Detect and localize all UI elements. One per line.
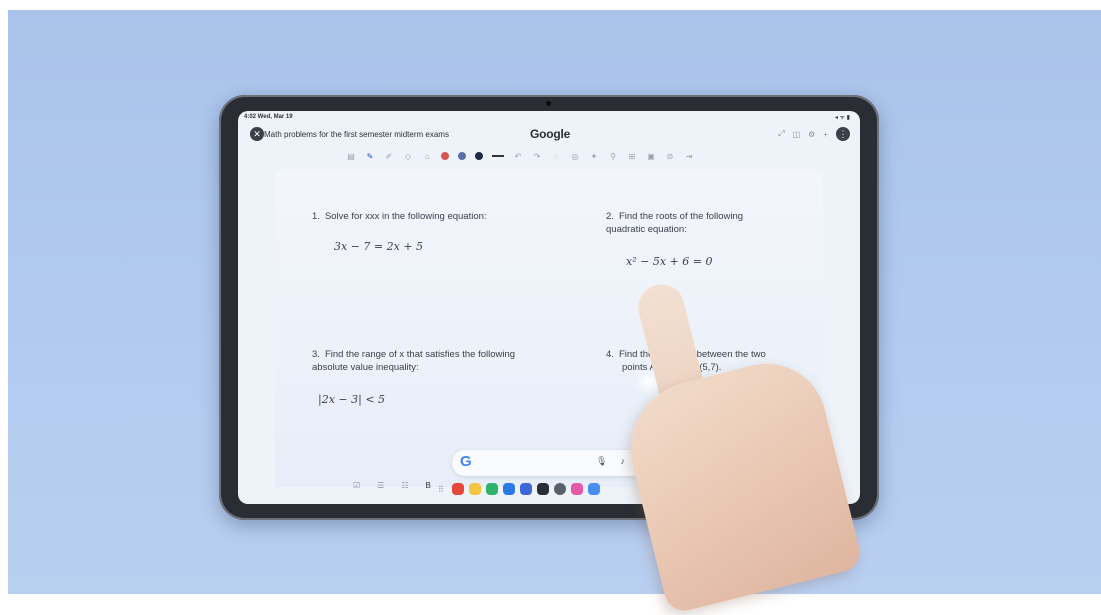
text-mode-icon[interactable]: ▤ — [346, 152, 356, 161]
app-icon-5[interactable] — [519, 483, 532, 495]
insert-icon[interactable]: ⊞ — [627, 152, 637, 161]
app-icon-6[interactable] — [536, 483, 549, 495]
lasso-icon[interactable]: ◌ — [551, 152, 561, 161]
expand-icon[interactable]: ⤢ — [778, 129, 784, 139]
app-icon-8[interactable] — [570, 483, 583, 495]
front-camera — [546, 101, 551, 106]
shape-icon[interactable]: ⌂ — [422, 152, 432, 161]
google-g-icon: G — [460, 453, 472, 470]
share-icon[interactable]: ⇥ — [684, 152, 694, 161]
close-button[interactable]: ✕ — [250, 127, 264, 141]
stroke-width-icon[interactable] — [492, 155, 504, 157]
undo-icon[interactable]: ↶ — [513, 152, 523, 161]
google-logo: Google — [530, 127, 571, 141]
document-title: Math problems for the first semester mid… — [264, 130, 449, 139]
equation-2: x² − 5x + 6 = 0 — [626, 255, 713, 268]
redo-icon[interactable]: ↷ — [532, 152, 542, 161]
settings-icon[interactable]: ⚙ — [808, 130, 815, 139]
taskbar-dock: ⠿ — [438, 481, 600, 497]
image-icon[interactable]: ▣ — [646, 152, 656, 161]
link-icon[interactable]: ⚲ — [608, 152, 618, 161]
select-icon[interactable]: ◎ — [570, 152, 580, 161]
status-time: 4:02 Wed, Mar 19 — [244, 114, 293, 120]
app-icon-4[interactable] — [502, 483, 515, 495]
numbered-list-icon[interactable]: ☷ — [401, 481, 408, 490]
app-icon-1[interactable] — [451, 483, 464, 495]
equation-3: |2x − 3| < 5 — [318, 393, 386, 406]
equation-1: 3x − 7 = 2x + 5 — [334, 240, 424, 253]
status-icons: ◂ ᯤ ▮ — [834, 115, 850, 121]
app-icon-7[interactable] — [553, 483, 566, 495]
checkbox-icon[interactable]: ☑ — [353, 481, 360, 490]
background: 4:02 Wed, Mar 19 ◂ ᯤ ▮ ✕ Math problems f… — [8, 10, 1101, 594]
attach-icon[interactable]: ⊘ — [665, 152, 675, 161]
microphone-icon[interactable]: 🎙 — [596, 456, 607, 469]
bold-button[interactable]: B — [426, 481, 431, 490]
highlight-icon[interactable]: ✦ — [589, 152, 599, 161]
layout-icon[interactable]: ◫ — [793, 130, 801, 139]
color-swatch-blue[interactable] — [458, 152, 466, 160]
bottom-formatting-tools: ☑ ☰ ☷ B — [353, 481, 431, 490]
title-bar: ✕ Math problems for the first semester m… — [238, 123, 860, 145]
app-icon-3[interactable] — [485, 483, 498, 495]
apps-grid-icon[interactable]: ⠿ — [438, 485, 444, 494]
marker-icon[interactable]: ✐ — [384, 152, 394, 161]
status-bar: 4:02 Wed, Mar 19 ◂ ᯤ ▮ — [244, 113, 854, 123]
app-icon-9[interactable] — [587, 483, 600, 495]
color-swatch-navy[interactable] — [475, 152, 483, 160]
title-right-icons: ⤢ ◫ ⚙ + ⋮ — [778, 127, 850, 141]
question-2: 2. Find the roots of the following quadra… — [606, 211, 744, 235]
pen-icon[interactable]: ✎ — [365, 152, 375, 161]
eraser-icon[interactable]: ◇ — [403, 152, 413, 161]
circle-to-search-bar[interactable]: G 🎙 ♪ 文 — [452, 450, 657, 476]
music-search-icon[interactable]: ♪ — [620, 456, 625, 469]
question-3: 3. Find the range of x that satisfies the… — [312, 349, 516, 373]
color-swatch-red[interactable] — [441, 152, 449, 160]
question-1: 1. Solve for xxx in the following equatio… — [312, 211, 487, 222]
app-icon-2[interactable] — [468, 483, 481, 495]
pen-toolbar: ▤ ✎ ✐ ◇ ⌂ ↶ ↷ ◌ ◎ ✦ ⚲ ⊞ ▣ ⊘ ⇥ — [346, 149, 756, 163]
add-icon[interactable]: + — [823, 130, 828, 139]
more-options-button[interactable]: ⋮ — [836, 127, 850, 141]
bullet-list-icon[interactable]: ☰ — [377, 481, 384, 490]
